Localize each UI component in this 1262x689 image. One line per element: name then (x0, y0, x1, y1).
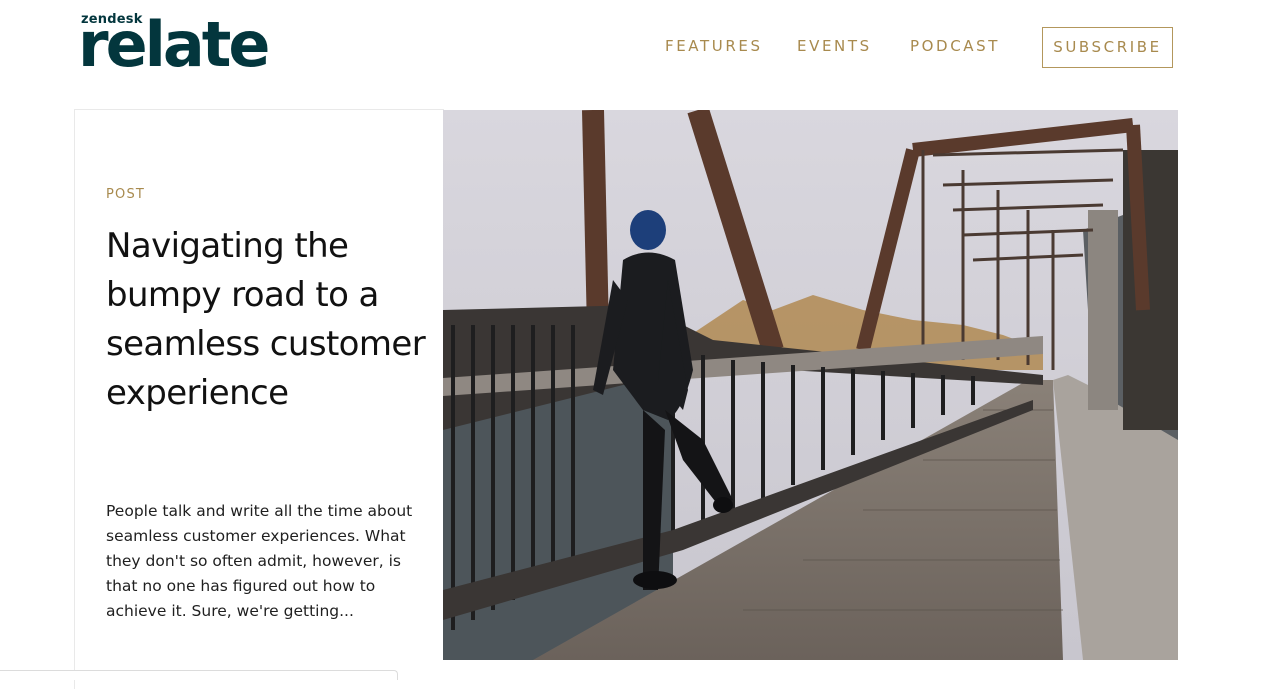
hero-image[interactable] (443, 110, 1178, 660)
post-type-label: POST (106, 187, 146, 202)
nav-features-link[interactable]: FEATURES (665, 37, 763, 55)
subscribe-button[interactable]: SUBSCRIBE (1042, 27, 1173, 68)
post-excerpt: People talk and write all the time about… (106, 502, 413, 620)
nav-events-link[interactable]: EVENTS (797, 37, 872, 55)
main-nav: FEATURES EVENTS PODCAST SUBSCRIBE (0, 27, 1262, 69)
bottom-edge-bar (0, 670, 398, 680)
site-header: zendesk relate FEATURES EVENTS PODCAST S… (0, 0, 1262, 108)
bridge-runner-photo (443, 110, 1178, 660)
nav-podcast-link[interactable]: PODCAST (910, 37, 1000, 55)
featured-post-card[interactable]: POST Navigating the bumpy road to a seam… (74, 109, 444, 689)
post-title[interactable]: Navigating the bumpy road to a seamless … (106, 222, 426, 418)
